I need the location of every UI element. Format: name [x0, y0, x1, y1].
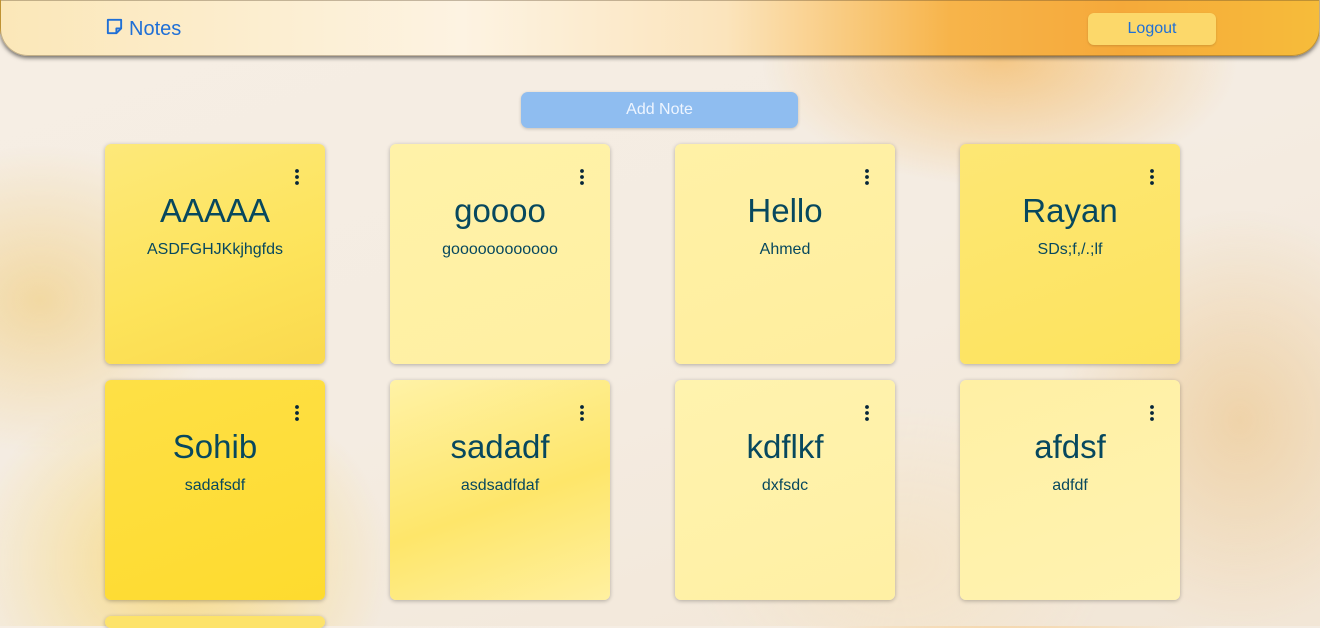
note-title: sadadf [450, 428, 550, 465]
note-body: asdsadfdaf [460, 477, 540, 494]
note-card[interactable]: kdflkf dxfsdc [675, 380, 895, 600]
more-vertical-icon[interactable] [1144, 404, 1160, 422]
sticky-note-icon [105, 17, 124, 42]
note-body: sadafsdf [184, 477, 246, 494]
add-note-button[interactable]: Add Note [521, 92, 798, 128]
more-vertical-icon[interactable] [1144, 168, 1160, 186]
note-title: goooo [454, 192, 546, 229]
note-body: ASDFGHJKkjhgfds [146, 241, 284, 258]
more-vertical-icon[interactable] [289, 404, 305, 422]
note-body: goooooooooooo [442, 241, 558, 258]
logout-button[interactable]: Logout [1088, 13, 1216, 45]
note-title: afdsf [1034, 428, 1106, 465]
note-title: Hello [747, 192, 823, 229]
note-card[interactable]: AAAAA ASDFGHJKkjhgfds [105, 144, 325, 364]
note-body: Ahmed [759, 241, 811, 258]
more-vertical-icon[interactable] [859, 168, 875, 186]
note-body: dxfsdc [761, 477, 809, 494]
notes-grid: AAAAA ASDFGHJKkjhgfds goooo gooooooooooo… [105, 144, 1180, 628]
note-card[interactable] [105, 616, 325, 628]
brand-label: Notes [129, 18, 182, 40]
note-card[interactable]: goooo goooooooooooo [390, 144, 610, 364]
note-card[interactable]: Rayan SDs;f,/.;lf [960, 144, 1180, 364]
navbar: Notes Logout [0, 0, 1320, 56]
more-vertical-icon[interactable] [574, 404, 590, 422]
note-title: AAAAA [159, 192, 271, 229]
brand-link[interactable]: Notes [105, 17, 181, 42]
note-body: adfdf [1052, 477, 1088, 494]
more-vertical-icon[interactable] [859, 404, 875, 422]
note-title: Rayan [1022, 192, 1118, 229]
note-body: SDs;f,/.;lf [1037, 241, 1103, 258]
note-title: Sohib [172, 428, 258, 465]
note-card[interactable]: sadadf asdsadfdaf [390, 380, 610, 600]
note-card[interactable]: Hello Ahmed [675, 144, 895, 364]
more-vertical-icon[interactable] [574, 168, 590, 186]
more-vertical-icon[interactable] [289, 168, 305, 186]
note-card[interactable]: Sohib sadafsdf [105, 380, 325, 600]
note-title: kdflkf [746, 428, 824, 465]
note-card[interactable]: afdsf adfdf [960, 380, 1180, 600]
